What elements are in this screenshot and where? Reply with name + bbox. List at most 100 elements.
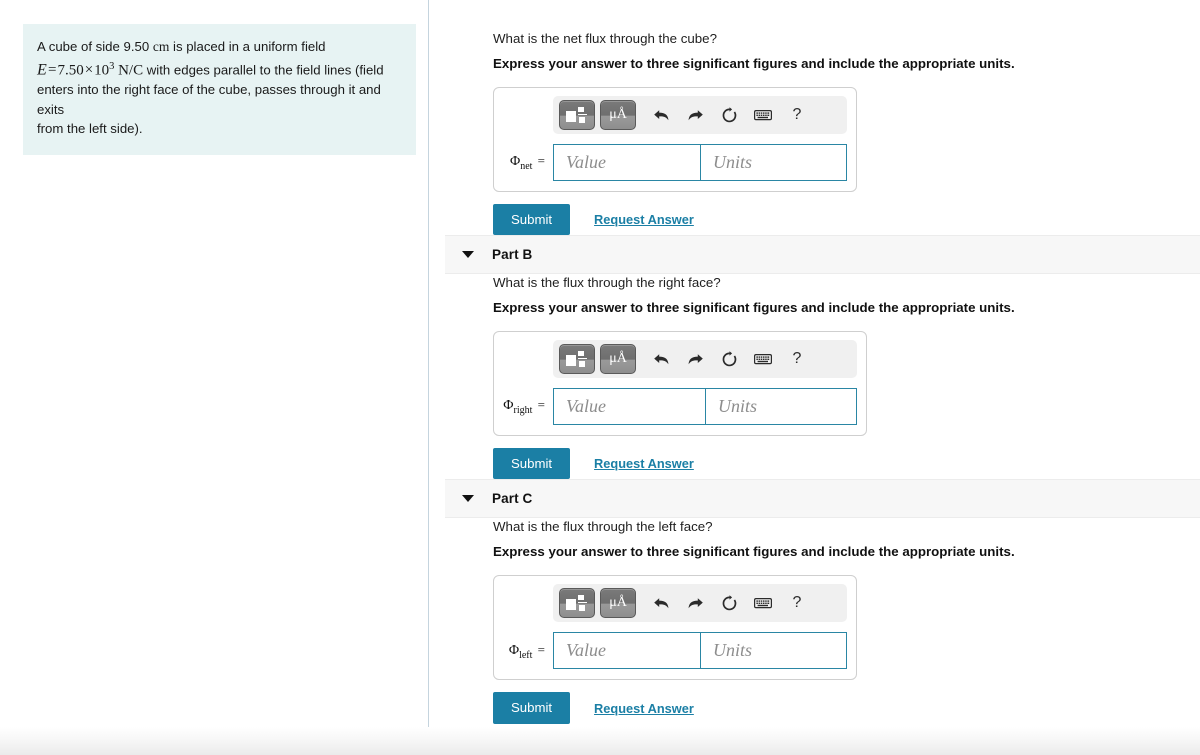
assignment-page: A cube of side 9.50 cm is placed in a un…: [0, 0, 1200, 755]
micro-angstrom-icon: μÅ: [609, 107, 627, 122]
math-toolbar: μÅ ?: [553, 584, 847, 623]
part-section-part-a: What is the net flux through the cube? E…: [429, 0, 1200, 236]
answer-units-input[interactable]: Units: [701, 632, 848, 670]
problem-line1-suffix: is placed in a uniform field: [173, 39, 326, 54]
question-block: What is the flux through the right face?…: [429, 274, 1200, 480]
problem-line3: enters into the right face of the cube, …: [37, 82, 381, 117]
field-magnitude: 7.50: [57, 61, 84, 78]
question-prompt: What is the flux through the left face?: [493, 519, 713, 535]
answer-value-input[interactable]: Value: [553, 388, 706, 426]
undo-button[interactable]: [647, 344, 675, 374]
phi-subscript: right: [513, 405, 533, 417]
units-placeholder: Units: [713, 640, 753, 661]
units-button[interactable]: μÅ: [600, 344, 636, 375]
question-instruction: Express your answer to three significant…: [493, 56, 1015, 71]
question-prompt: What is the flux through the right face?: [493, 275, 721, 291]
value-placeholder: Value: [566, 152, 606, 172]
math-template-button[interactable]: [559, 588, 595, 619]
answer-input-row: Φleft = Value Units: [503, 632, 848, 670]
phi-subscript: left: [519, 649, 533, 661]
redo-button[interactable]: [681, 588, 709, 618]
reset-button[interactable]: [715, 588, 743, 618]
equals-symbol: =: [534, 153, 545, 169]
answer-entry-box-part-c: μÅ ? Φleft = Value Units: [493, 575, 857, 681]
units-button[interactable]: μÅ: [600, 588, 636, 619]
problem-line2-tail: with edges parallel to the field lines (…: [146, 61, 384, 77]
units-placeholder: Units: [713, 152, 753, 172]
part-collapse-caret-icon[interactable]: [462, 251, 474, 259]
part-collapse-caret-icon[interactable]: [462, 495, 474, 503]
field-symbol-E: E: [37, 60, 47, 78]
help-question-mark-icon: ?: [792, 106, 802, 123]
value-placeholder: Value: [566, 640, 606, 661]
submit-button[interactable]: Submit: [493, 448, 571, 480]
part-header-part-c[interactable]: Part C: [445, 479, 1200, 519]
reset-button[interactable]: [715, 344, 743, 374]
submit-row: Submit Request Answer: [493, 448, 1180, 480]
keyboard-button[interactable]: [749, 588, 777, 618]
submit-row: Submit Request Answer: [493, 204, 1180, 236]
submit-button[interactable]: Submit: [493, 204, 571, 236]
answer-input-row: Φnet = Value Units: [503, 144, 848, 181]
help-button[interactable]: ?: [783, 344, 811, 374]
math-template-icon: [566, 106, 588, 124]
parts-container: What is the net flux through the cube? E…: [429, 0, 1200, 724]
request-answer-link[interactable]: Request Answer: [594, 212, 694, 227]
answer-entry-box-part-a: μÅ ? Φnet = Value Units: [493, 87, 857, 192]
help-question-mark-icon: ?: [792, 350, 802, 368]
request-answer-link[interactable]: Request Answer: [594, 701, 694, 716]
math-template-icon: [566, 350, 588, 368]
redo-button[interactable]: [681, 100, 709, 130]
problem-unit-cm: cm: [152, 39, 170, 54]
phi-symbol: Φ: [509, 154, 521, 170]
keyboard-button[interactable]: [749, 344, 777, 374]
micro-angstrom-icon: μÅ: [609, 351, 627, 367]
answer-input-row: Φright = Value Units: [503, 388, 858, 426]
problem-statement-pane: A cube of side 9.50 cm is placed in a un…: [0, 0, 429, 755]
question-prompt: What is the net flux through the cube?: [493, 31, 717, 46]
phi-subscript: net: [520, 160, 533, 172]
question-block: What is the net flux through the cube? E…: [429, 30, 1200, 236]
answer-symbol-label: Φnet =: [503, 153, 553, 172]
submit-row: Submit Request Answer: [493, 692, 1180, 724]
math-toolbar: μÅ ?: [553, 96, 847, 134]
answer-value-input[interactable]: Value: [553, 632, 701, 670]
problem-statement-text: A cube of side 9.50 cm is placed in a un…: [37, 37, 400, 139]
undo-button[interactable]: [647, 100, 675, 130]
question-instruction: Express your answer to three significant…: [493, 544, 1015, 560]
problem-line4: from the left side).: [37, 121, 143, 137]
help-button[interactable]: ?: [783, 588, 811, 618]
problem-line1-prefix: A cube of side 9.50: [37, 39, 150, 54]
answer-symbol-label: Φright =: [503, 397, 553, 416]
field-units: N/C: [118, 61, 144, 78]
answer-value-input[interactable]: Value: [553, 144, 701, 181]
phi-symbol: Φ: [508, 642, 520, 658]
undo-button[interactable]: [647, 588, 675, 618]
answer-entry-box-part-b: μÅ ? Φright = Value Units: [493, 331, 867, 437]
reset-button[interactable]: [715, 100, 743, 130]
part-header-part-b[interactable]: Part B: [445, 235, 1200, 275]
question-instruction: Express your answer to three significant…: [493, 300, 1015, 316]
answer-units-input[interactable]: Units: [706, 388, 858, 426]
keyboard-button[interactable]: [749, 100, 777, 130]
math-template-button[interactable]: [559, 100, 595, 130]
answer-pane: What is the net flux through the cube? E…: [429, 0, 1200, 755]
power-base: 10: [94, 61, 110, 78]
units-button[interactable]: μÅ: [600, 100, 636, 130]
part-title: Part C: [492, 491, 533, 507]
help-button[interactable]: ?: [783, 100, 811, 130]
equals-symbol: =: [534, 397, 545, 413]
answer-units-input[interactable]: Units: [701, 144, 848, 181]
part-section-part-b: Part B What is the flux through the righ…: [429, 235, 1200, 480]
phi-symbol: Φ: [503, 398, 514, 414]
help-question-mark-icon: ?: [792, 594, 802, 612]
redo-button[interactable]: [681, 344, 709, 374]
question-block: What is the flux through the left face? …: [429, 518, 1200, 724]
micro-angstrom-icon: μÅ: [609, 595, 627, 611]
equals-sign: =: [47, 61, 57, 78]
times-sign: ×: [84, 61, 94, 78]
math-template-button[interactable]: [559, 344, 595, 375]
request-answer-link[interactable]: Request Answer: [594, 456, 694, 471]
part-section-part-c: Part C What is the flux through the left…: [429, 479, 1200, 724]
submit-button[interactable]: Submit: [493, 692, 571, 724]
